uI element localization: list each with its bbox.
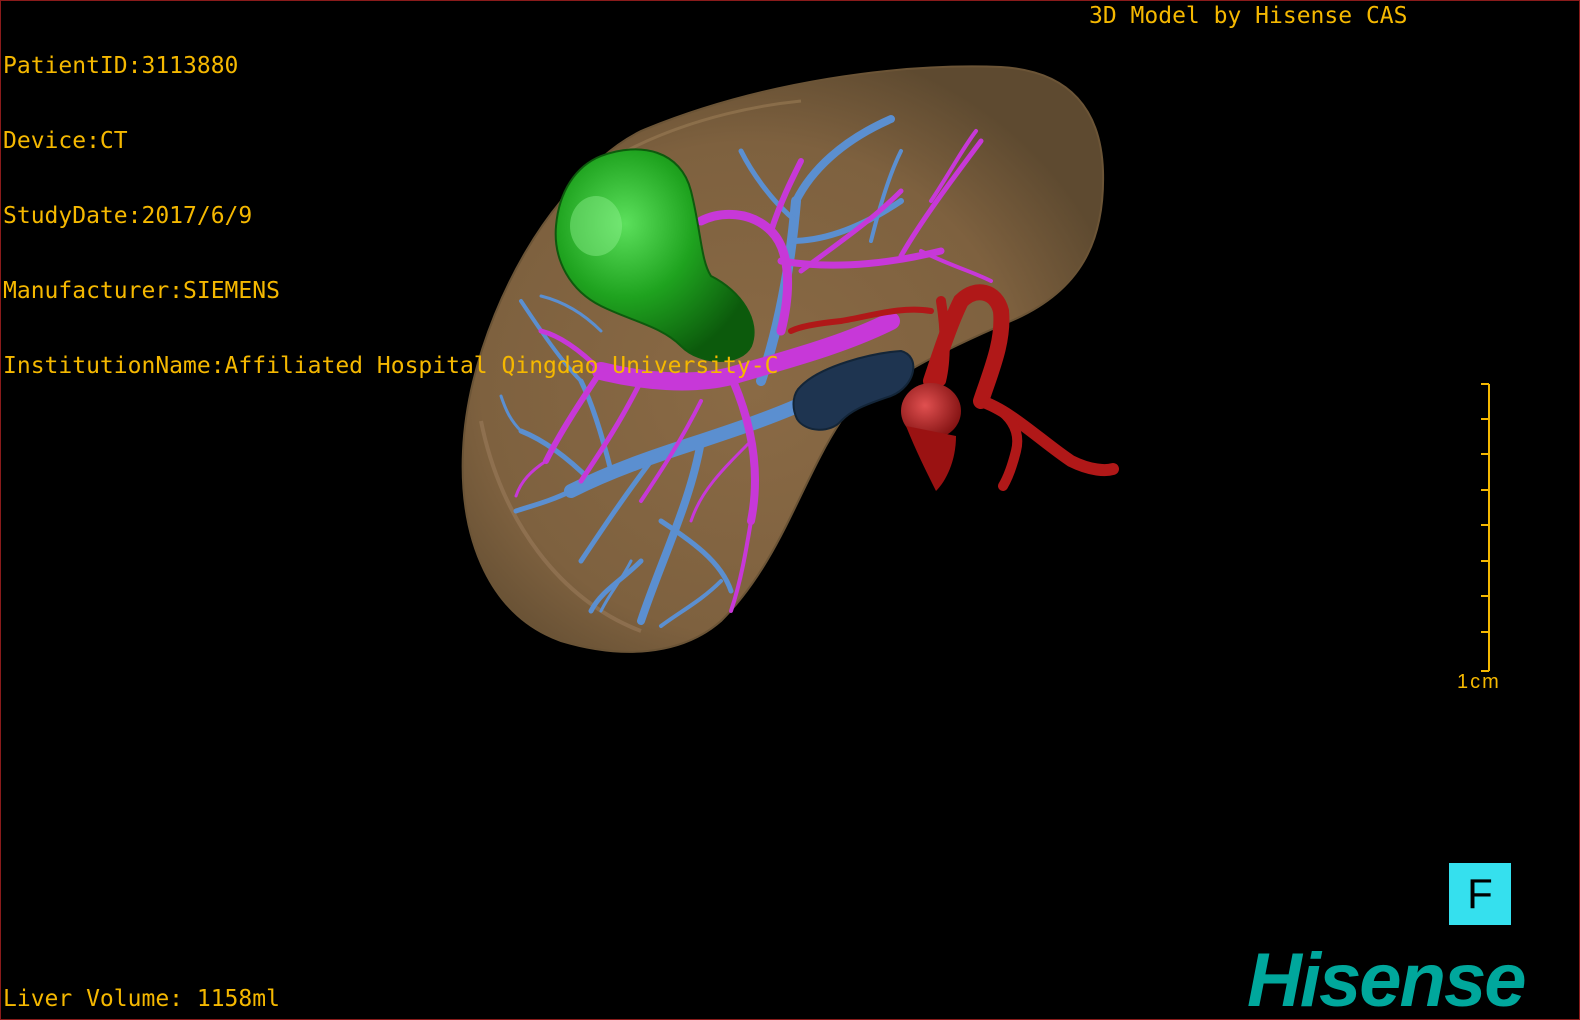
institution-name: InstitutionName:Affiliated Hospital Qing… — [3, 353, 779, 379]
scale-bar — [1481, 383, 1490, 672]
study-date: StudyDate:2017/6/9 — [3, 203, 253, 229]
study-info-overlay: PatientID:3113880 Device:CT StudyDate:20… — [3, 4, 778, 429]
model-credit: 3D Model by Hisense CAS — [1089, 3, 1408, 29]
hisense-logo: Hisense — [1247, 938, 1526, 1020]
scale-label: 1cm — [1457, 671, 1501, 693]
aorta-lower — [906, 426, 956, 491]
orientation-button[interactable]: F — [1449, 863, 1511, 925]
manufacturer: Manufacturer:SIEMENS — [3, 278, 280, 304]
liver-volume: Liver Volume: 1158ml — [3, 986, 280, 1012]
patient-id: PatientID:3113880 — [3, 53, 239, 79]
3d-viewport[interactable]: PatientID:3113880 Device:CT StudyDate:20… — [0, 0, 1580, 1020]
device: Device:CT — [3, 128, 128, 154]
